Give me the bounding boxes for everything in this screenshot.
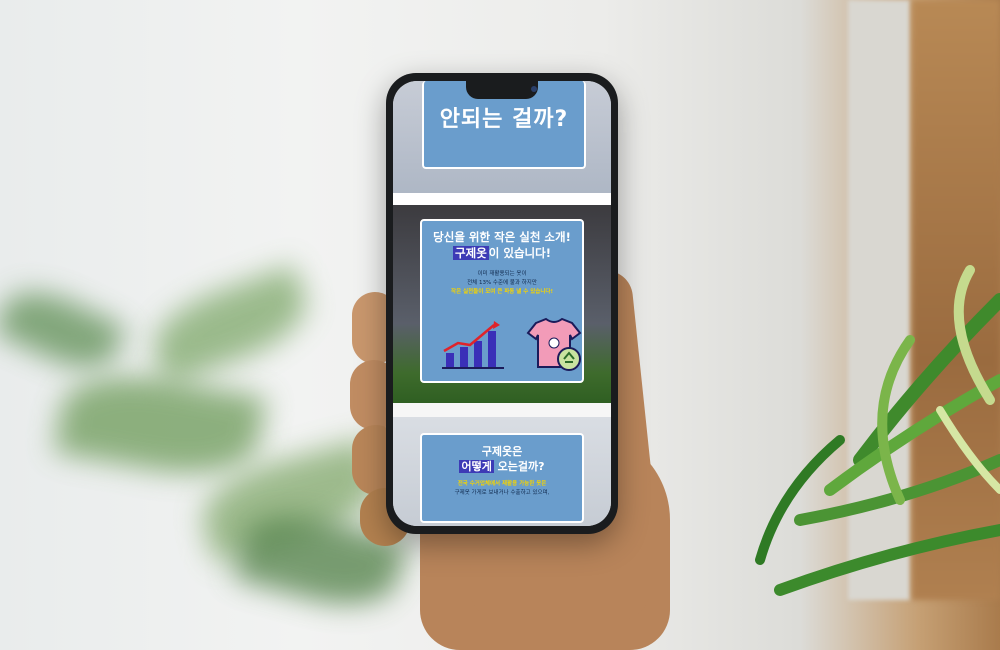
recycled-tshirt-icon: [526, 317, 582, 371]
body-line: 구제옷 가게로 보내거나 수출하고 있으며,: [454, 490, 550, 496]
card-heading-line1: 구제옷은: [481, 445, 523, 458]
bar-chart-growth-icon: [442, 321, 504, 369]
camera-icon: [531, 86, 537, 92]
blurred-leaf: [0, 277, 128, 383]
body-line: 작은 실천들이 모여 큰 파동 낼 수 있습니다!: [451, 289, 553, 295]
phone-screen[interactable]: 안되는 걸까? 당신을 위한 작은 실천 소개! 구제옷 이 있습니다! 이미 재…: [393, 81, 611, 526]
card-body: 전국 수거업체에서 재활용 가능한 옷은 구제옷 가게로 보내거나 수출하고 있…: [422, 480, 582, 498]
highlight-text: 구제옷: [453, 246, 489, 260]
section-divider: [393, 403, 611, 417]
foreground-plant: [755, 265, 1000, 596]
card-body: 이미 재활용되는 옷이 전체 13% 수준에 불과 하지만 작은 실천들이 모여…: [422, 270, 582, 297]
card-title: 안되는 걸까?: [439, 107, 569, 132]
phone-notch: [466, 81, 538, 99]
blurred-leaf: [53, 363, 267, 487]
card-heading-line2: 구제옷 이 있습니다!: [422, 245, 582, 261]
card-heading: 당신을 위한 작은 실천 소개! 구제옷 이 있습니다!: [422, 229, 582, 261]
heading-rest: 이 있습니다!: [488, 246, 551, 260]
blurred-leaf: [142, 264, 318, 386]
icon-row: [432, 317, 582, 371]
card-heading-line2: 어떻게 오는걸까?: [422, 459, 582, 474]
info-card-bottom: 구제옷은 어떻게 오는걸까? 전국 수거업체에서 재활용 가능한 옷은 구제옷 …: [420, 433, 584, 523]
card-heading-line1: 당신을 위한 작은 실천 소개!: [433, 230, 571, 244]
heading-rest: 오는걸까?: [497, 460, 545, 473]
body-line: 이미 재활용되는 옷이: [477, 271, 527, 277]
smartphone: 안되는 걸까? 당신을 위한 작은 실천 소개! 구제옷 이 있습니다! 이미 재…: [386, 73, 618, 534]
info-card-middle: 당신을 위한 작은 실천 소개! 구제옷 이 있습니다! 이미 재활용되는 옷이 …: [420, 219, 584, 383]
highlight-text: 어떻게: [459, 460, 494, 473]
section-divider: [393, 193, 611, 205]
hand-wrist: [470, 540, 650, 620]
body-line: 전체 13% 수준에 불과 하지만: [467, 280, 537, 286]
card-heading: 구제옷은 어떻게 오는걸까?: [422, 444, 582, 474]
body-line: 전국 수거업체에서 재활용 가능한 옷은: [457, 481, 547, 487]
